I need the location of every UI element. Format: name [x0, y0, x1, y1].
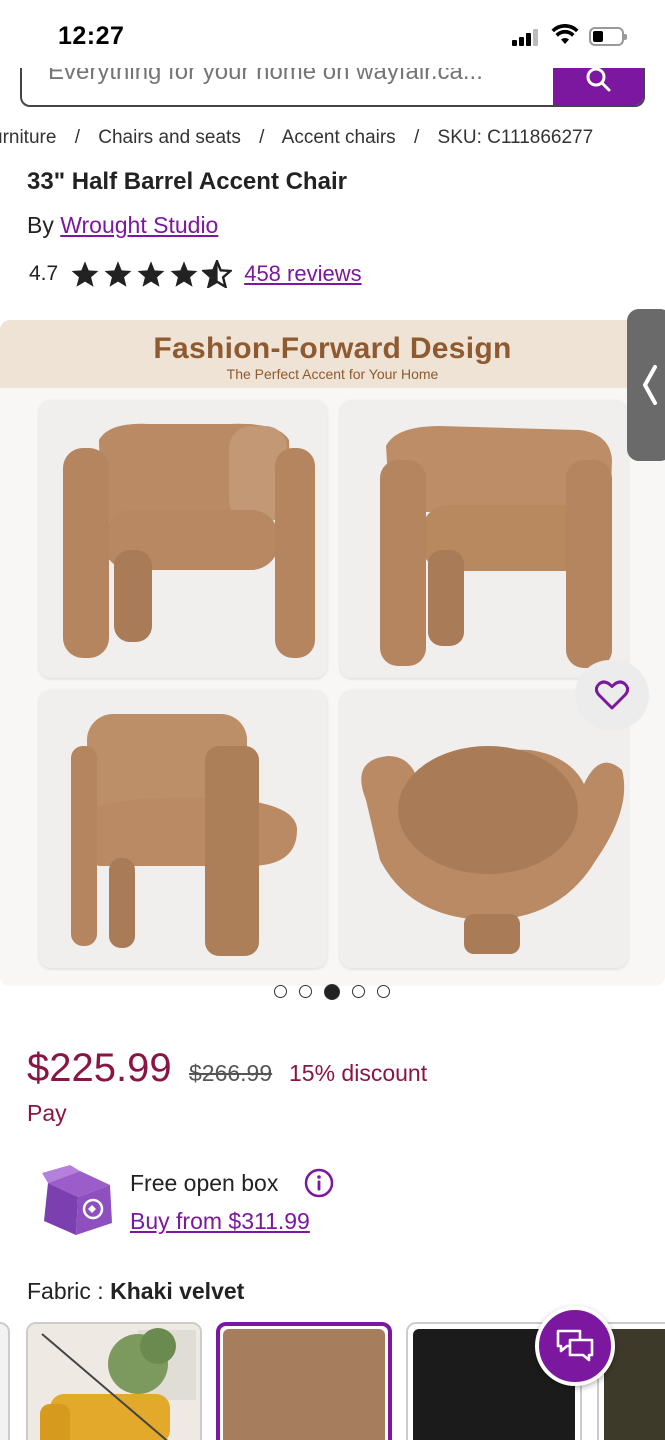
- product-image-gallery[interactable]: Fashion-Forward Design The Perfect Accen…: [0, 320, 665, 986]
- brand-byline: By Wrought Studio: [27, 212, 218, 239]
- brand-link[interactable]: Wrought Studio: [60, 212, 218, 238]
- rating-value: 4.7: [29, 262, 59, 285]
- pagination-dot[interactable]: [274, 985, 287, 998]
- breadcrumb: urniture / Chairs and seats / Accent cha…: [0, 127, 665, 153]
- sale-price: $225.99: [27, 1046, 172, 1090]
- breadcrumb-chairs-and-seats[interactable]: Chairs and seats: [98, 127, 241, 148]
- signal-icon: [512, 29, 542, 46]
- fabric-swatch-khaki-selected[interactable]: [216, 1322, 392, 1440]
- breadcrumb-separator: /: [413, 127, 420, 148]
- breadcrumb-separator: /: [74, 127, 80, 148]
- pagination-dot[interactable]: [299, 985, 312, 998]
- star-half-icon: [202, 260, 233, 288]
- breadcrumb-accent-chairs[interactable]: Accent chairs: [282, 127, 396, 148]
- gallery-tile-angle: [340, 400, 628, 678]
- chat-button[interactable]: [535, 1306, 615, 1386]
- pay-label: Pay: [27, 1100, 67, 1126]
- gallery-tile-top: [340, 690, 628, 968]
- breadcrumb-furniture[interactable]: urniture: [0, 127, 56, 148]
- product-title: 33" Half Barrel Accent Chair: [27, 168, 347, 195]
- swatch-image: [28, 1324, 200, 1440]
- by-label: By: [27, 212, 54, 238]
- info-icon[interactable]: [304, 1168, 334, 1198]
- pagination-dot-active[interactable]: [324, 983, 340, 1000]
- status-overlay: 12:27: [0, 0, 665, 68]
- star-icon: [104, 261, 132, 287]
- open-box-icon: [42, 1165, 112, 1235]
- original-price: $266.99: [189, 1060, 273, 1086]
- wifi-icon: [551, 24, 579, 44]
- chair-image: [380, 426, 612, 668]
- search-icon: [586, 67, 611, 91]
- chat-icon: [556, 1329, 594, 1362]
- heart-icon: [595, 680, 629, 710]
- status-time: 12:27: [58, 22, 125, 50]
- chair-image: [361, 746, 625, 954]
- gallery-banner: Fashion-Forward Design The Perfect Accen…: [0, 320, 665, 388]
- reviews-link[interactable]: 458 reviews: [244, 261, 361, 287]
- star-icon: [71, 261, 99, 287]
- banner-subtitle: The Perfect Accent for Your Home: [226, 366, 439, 382]
- star-icon: [137, 261, 165, 287]
- swatch-color: [223, 1329, 385, 1440]
- chair-image: [71, 714, 297, 956]
- fabric-swatch-partial[interactable]: [0, 1322, 10, 1440]
- gallery-tile-front: [39, 400, 327, 678]
- rating-row: 4.7 458 reviews: [29, 258, 362, 290]
- fabric-selected: Khaki velvet: [110, 1278, 245, 1304]
- star-rating: [70, 260, 233, 288]
- gallery-pagination: [274, 983, 390, 1000]
- star-icon: [170, 261, 198, 287]
- breadcrumb-sku: SKU: C111866277: [437, 127, 594, 148]
- battery-icon: [589, 27, 627, 46]
- chair-image: [63, 423, 315, 658]
- fabric-swatch-yellow[interactable]: [26, 1322, 202, 1440]
- pagination-dot[interactable]: [352, 985, 365, 998]
- favorite-button[interactable]: [575, 660, 649, 730]
- fabric-label: Fabric : Khaki velvet: [27, 1278, 244, 1305]
- gallery-tile-side: [39, 690, 327, 968]
- open-box-buy-link[interactable]: Buy from $311.99: [130, 1208, 310, 1235]
- discount-label: 15% discount: [289, 1060, 428, 1086]
- fabric-label-prefix: Fabric :: [27, 1278, 111, 1304]
- breadcrumb-separator: /: [259, 127, 265, 148]
- chevron-left-icon: [642, 365, 657, 405]
- open-box-title: Free open box: [130, 1170, 279, 1196]
- side-drawer-tab[interactable]: [627, 309, 665, 461]
- banner-title: Fashion-Forward Design: [153, 332, 512, 365]
- pagination-dot[interactable]: [377, 985, 390, 998]
